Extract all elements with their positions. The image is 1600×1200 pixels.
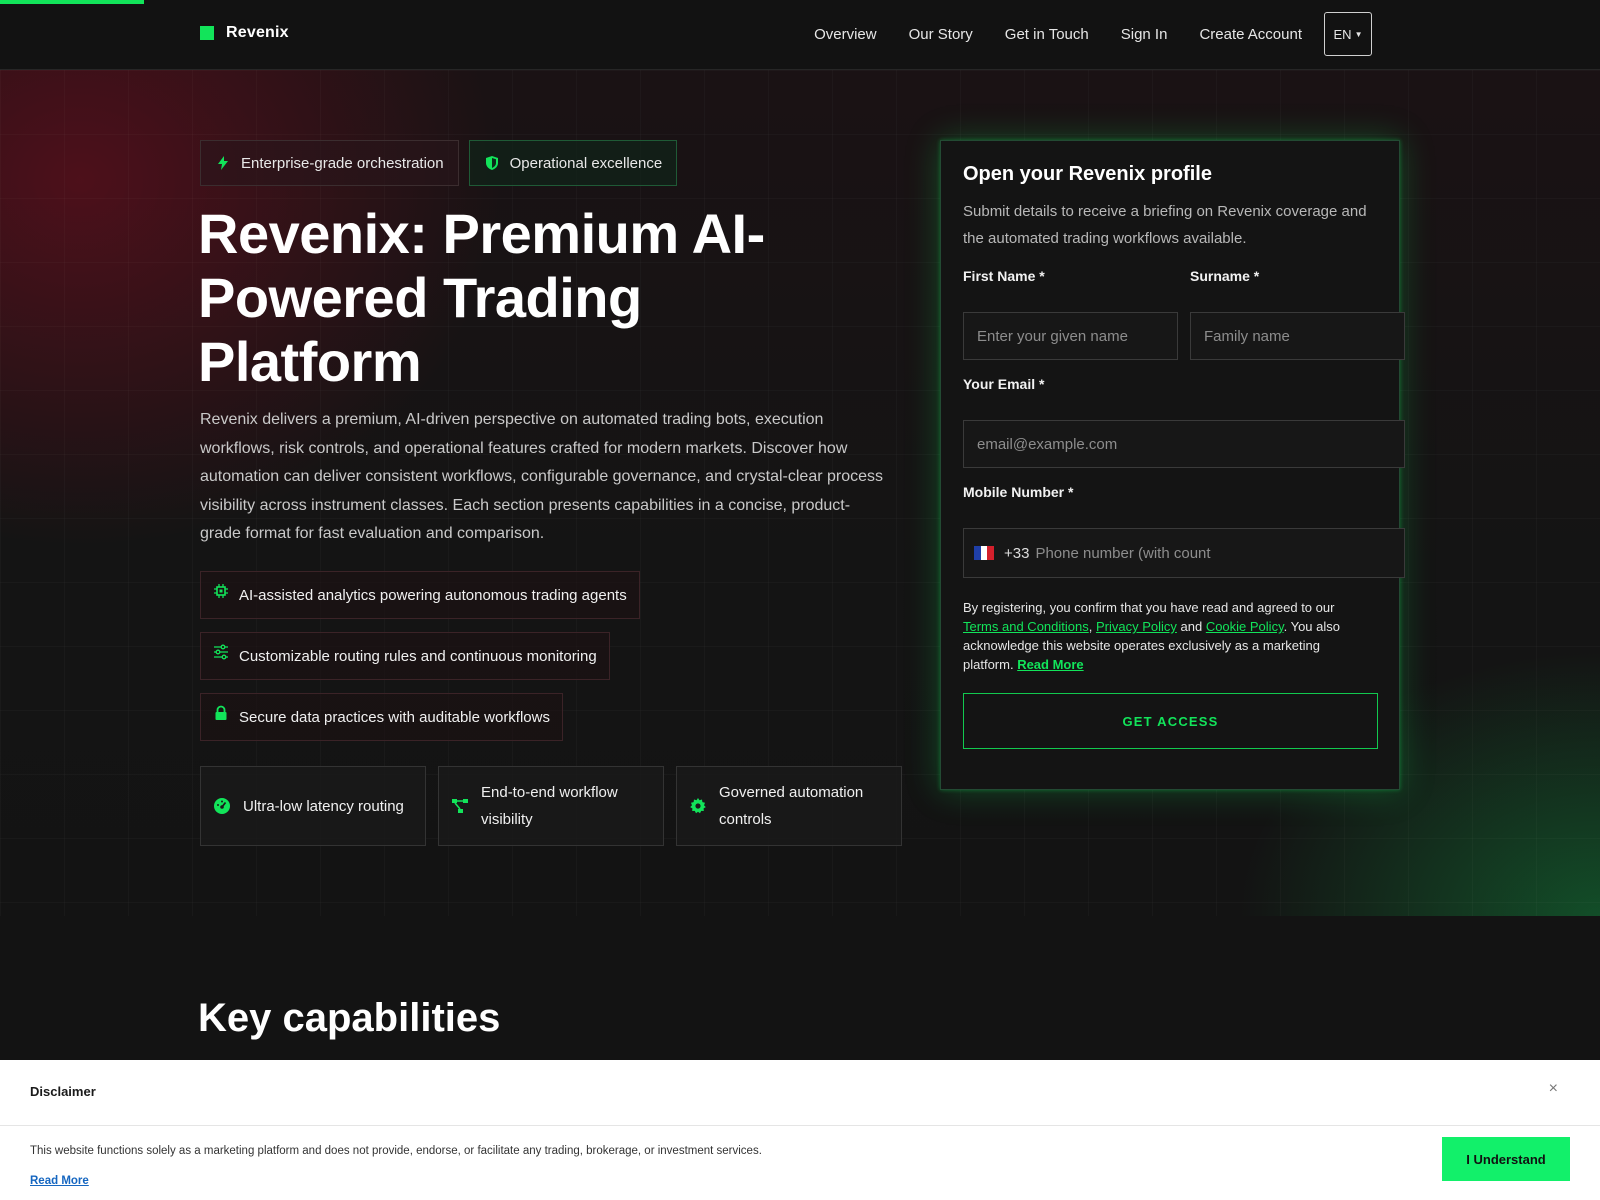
site-header: Revenix Overview Our Story Get in Touch … — [0, 0, 1600, 70]
understand-button[interactable]: I Understand — [1442, 1137, 1570, 1181]
first-name-input[interactable] — [963, 312, 1178, 360]
form-subtitle: Submit details to receive a briefing on … — [963, 203, 1367, 247]
disclaimer-banner: Disclaimer × This website functions sole… — [0, 1060, 1600, 1200]
hero-title: Revenix: Premium AI-Powered Trading Plat… — [198, 202, 765, 393]
email-field: Your Email * — [963, 374, 1405, 468]
hero-badges: Enterprise-grade orchestration Operation… — [200, 140, 678, 186]
email-label: Your Email * — [963, 376, 1045, 392]
privacy-link[interactable]: Privacy Policy — [1096, 619, 1177, 634]
language-label: EN — [1333, 26, 1352, 42]
feature-label: AI-assisted analytics powering autonomou… — [239, 586, 627, 604]
hero-description: Revenix delivers a premium, AI-driven pe… — [200, 411, 884, 543]
disclaimer-text: This website functions solely as a marke… — [30, 1145, 762, 1157]
workflow-icon — [452, 799, 468, 813]
gauge-icon — [214, 798, 230, 814]
nav-create-account[interactable]: Create Account — [1199, 26, 1302, 43]
scroll-progress-bar — [0, 0, 144, 4]
phone-input[interactable] — [1035, 544, 1376, 562]
lightning-icon — [218, 156, 228, 170]
disclaimer-read-more-link[interactable]: Read More — [30, 1175, 89, 1187]
terms-link[interactable]: Terms and Conditions — [963, 619, 1089, 634]
badge-excellence: Operational excellence — [468, 140, 678, 186]
get-access-button[interactable]: GET ACCESS — [963, 693, 1378, 749]
highlight-cards: Ultra-low latency routing End-to-end wor… — [200, 766, 902, 846]
cookie-link[interactable]: Cookie Policy — [1206, 619, 1284, 634]
card-label: End-to-end workflow visibility — [481, 784, 618, 828]
consent-and: and — [1176, 619, 1206, 634]
consent-prefix: By registering, you confirm that you hav… — [963, 600, 1335, 615]
feature-list: AI-assisted analytics powering autonomou… — [200, 571, 640, 741]
consent-comma: , — [1088, 619, 1096, 634]
phone-field: Mobile Number * +33 — [963, 482, 1405, 578]
disclaimer-title: Disclaimer — [30, 1084, 96, 1099]
form-title: Open your Revenix profile — [963, 163, 1212, 185]
surname-field: Surname * — [1190, 266, 1405, 360]
feature-item: AI-assisted analytics powering autonomou… — [200, 571, 640, 619]
feature-item: Customizable routing rules and continuou… — [200, 632, 610, 680]
first-name-field: First Name * — [963, 266, 1178, 360]
first-name-label: First Name * — [963, 268, 1045, 284]
chip-icon — [214, 584, 228, 598]
surname-label: Surname * — [1190, 268, 1260, 284]
nav-get-in-touch[interactable]: Get in Touch — [1005, 26, 1089, 43]
phone-input-group: +33 — [963, 528, 1405, 578]
consent-text: By registering, you confirm that you hav… — [963, 598, 1363, 674]
sliders-icon — [214, 644, 228, 660]
card-latency: Ultra-low latency routing — [200, 766, 426, 846]
feature-item: Secure data practices with auditable wor… — [200, 693, 563, 741]
section-title: Key capabilities — [198, 996, 501, 1040]
card-label: Governed automation controls — [719, 784, 864, 828]
feature-label: Customizable routing rules and continuou… — [239, 647, 597, 665]
badge-orchestration: Enterprise-grade orchestration — [200, 140, 459, 186]
disclaimer-header: Disclaimer × — [0, 1060, 1600, 1126]
badge-label: Enterprise-grade orchestration — [241, 154, 444, 172]
brand-logo[interactable]: Revenix — [200, 24, 289, 42]
gear-icon — [690, 798, 706, 814]
main-nav: Overview Our Story Get in Touch Sign In … — [814, 12, 1372, 56]
consent-read-more-link[interactable]: Read More — [1017, 657, 1083, 672]
nav-overview[interactable]: Overview — [814, 26, 877, 43]
nav-our-story[interactable]: Our Story — [909, 26, 973, 43]
lock-icon — [215, 705, 227, 720]
caret-down-icon: ▼ — [1354, 29, 1363, 39]
email-input[interactable] — [963, 420, 1405, 468]
brand-mark-icon — [200, 26, 214, 40]
card-governance: Governed automation controls — [676, 766, 902, 846]
badge-label: Operational excellence — [509, 154, 663, 172]
surname-input[interactable] — [1190, 312, 1405, 360]
close-icon[interactable]: × — [1549, 1080, 1558, 1098]
feature-label: Secure data practices with auditable wor… — [239, 708, 550, 726]
brand-name: Revenix — [226, 24, 289, 41]
shield-icon — [485, 156, 498, 170]
dial-code: +33 — [1004, 544, 1030, 562]
card-label: Ultra-low latency routing — [243, 797, 404, 815]
france-flag-icon[interactable] — [974, 546, 995, 560]
nav-sign-in[interactable]: Sign In — [1121, 26, 1168, 43]
language-selector[interactable]: EN ▼ — [1324, 12, 1372, 56]
phone-label: Mobile Number * — [963, 484, 1074, 500]
signup-form: Open your Revenix profile Submit details… — [940, 140, 1405, 790]
card-workflow: End-to-end workflow visibility — [438, 766, 664, 846]
